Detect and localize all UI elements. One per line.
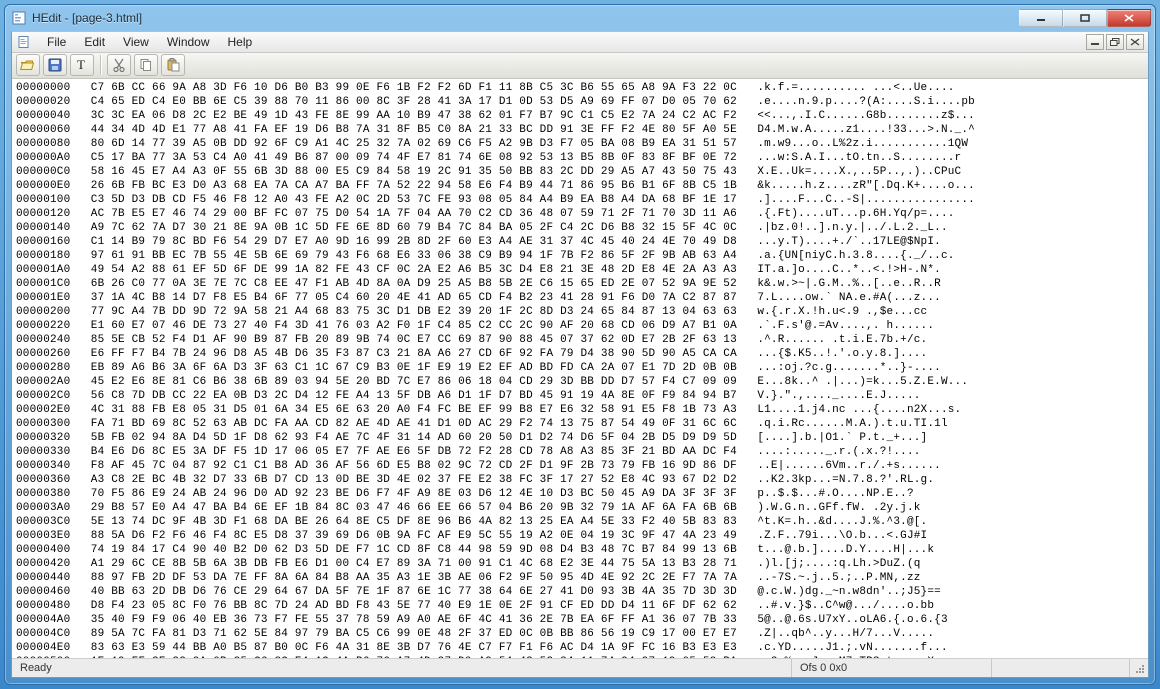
mdi-minimize-button[interactable] [1086, 34, 1104, 50]
mdi-restore-button[interactable] [1106, 34, 1124, 50]
status-spacer [992, 659, 1130, 677]
window-close-button[interactable] [1107, 9, 1151, 27]
menu-file[interactable]: File [38, 33, 75, 51]
copy-button[interactable] [134, 54, 158, 76]
status-ready: Ready [12, 659, 792, 677]
menubar: File Edit View Window Help [12, 32, 1148, 53]
window-title: HEdit - [page-3.html] [32, 11, 142, 25]
window-maximize-button[interactable] [1063, 9, 1107, 27]
resize-grip[interactable] [1130, 659, 1148, 677]
svg-text:T: T [77, 57, 85, 72]
mdi-document-icon [16, 34, 32, 50]
menu-window[interactable]: Window [158, 33, 219, 51]
cut-button[interactable] [107, 54, 131, 76]
hex-view[interactable]: 00000000 C7 6B CC 66 9A A8 3D F6 10 D6 B… [12, 79, 1148, 658]
status-bar: Ready Ofs 0 0x0 [12, 658, 1148, 677]
hex-dump-content: 00000000 C7 6B CC 66 9A A8 3D F6 10 D6 B… [12, 79, 1148, 658]
window-minimize-button[interactable] [1019, 9, 1063, 27]
status-offset: Ofs 0 0x0 [792, 659, 992, 677]
text-mode-button[interactable]: T [70, 54, 94, 76]
mdi-close-button[interactable] [1126, 34, 1144, 50]
toolbar-separator [100, 55, 101, 75]
paste-button[interactable] [161, 54, 185, 76]
save-button[interactable] [43, 54, 67, 76]
menu-help[interactable]: Help [219, 33, 262, 51]
app-icon [11, 10, 27, 26]
menu-view[interactable]: View [114, 33, 158, 51]
open-button[interactable] [16, 54, 40, 76]
titlebar[interactable]: HEdit - [page-3.html] [5, 5, 1155, 31]
app-window: HEdit - [page-3.html] [4, 4, 1156, 685]
client-area: File Edit View Window Help [11, 31, 1149, 678]
menu-edit[interactable]: Edit [75, 33, 114, 51]
toolbar: T [12, 53, 1148, 79]
